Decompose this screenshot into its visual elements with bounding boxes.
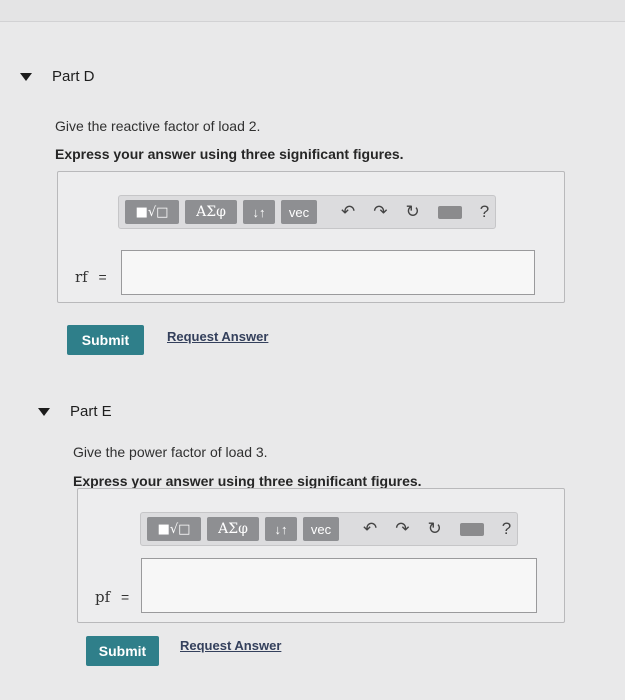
redo-icon[interactable]: ↷ xyxy=(395,519,409,539)
pf-answer-input[interactable] xyxy=(141,558,537,613)
reset-icon[interactable]: ↻ xyxy=(406,202,420,222)
part-d-answer-box: ■√□ ΑΣφ ↓↑ vec ↶ ↷ ↻ ? rf = xyxy=(57,171,565,303)
subscript-superscript-button[interactable]: ↓↑ xyxy=(243,200,275,224)
part-d-math-toolbar: ■√□ ΑΣφ ↓↑ vec ↶ ↷ ↻ ? xyxy=(118,195,497,229)
part-d-instruction: Express your answer using three signific… xyxy=(55,146,404,162)
part-d-request-answer-link[interactable]: Request Answer xyxy=(167,329,268,344)
equals-sign: = xyxy=(98,269,107,285)
part-d-variable-label: rf = xyxy=(75,268,107,286)
part-d-prompt: Give the reactive factor of load 2. xyxy=(55,118,261,134)
collapse-caret-icon[interactable] xyxy=(38,407,50,416)
redo-icon[interactable]: ↷ xyxy=(373,202,387,222)
part-e-submit-button[interactable]: Submit xyxy=(86,636,159,666)
rf-answer-input[interactable] xyxy=(121,250,535,295)
part-d-title: Part D xyxy=(52,68,95,85)
part-d-header[interactable]: Part D xyxy=(20,68,95,85)
templates-button[interactable]: ■√□ xyxy=(125,200,179,224)
part-e-header[interactable]: Part E xyxy=(38,403,112,420)
help-icon[interactable]: ? xyxy=(502,519,511,539)
keyboard-icon[interactable] xyxy=(459,522,484,536)
part-e-title: Part E xyxy=(70,403,112,420)
part-e-answer-box: ■√□ ΑΣφ ↓↑ vec ↶ ↷ ↻ ? pf = xyxy=(77,488,565,623)
part-e-request-answer-link[interactable]: Request Answer xyxy=(180,638,281,653)
greek-symbols-button[interactable]: ΑΣφ xyxy=(185,200,237,224)
help-icon[interactable]: ? xyxy=(480,202,489,222)
variable-name: rf xyxy=(75,268,88,286)
collapse-caret-icon[interactable] xyxy=(20,72,32,81)
part-e-instruction: Express your answer using three signific… xyxy=(73,473,422,489)
templates-button[interactable]: ■√□ xyxy=(147,517,201,541)
top-divider xyxy=(0,0,625,22)
part-e-variable-label: pf = xyxy=(95,588,129,606)
greek-symbols-button[interactable]: ΑΣφ xyxy=(207,517,259,541)
vector-button[interactable]: vec xyxy=(303,517,339,541)
undo-icon[interactable]: ↶ xyxy=(341,202,355,222)
keyboard-icon[interactable] xyxy=(437,205,462,219)
equals-sign: = xyxy=(120,589,130,605)
subscript-superscript-button[interactable]: ↓↑ xyxy=(265,517,297,541)
variable-name: pf xyxy=(95,588,111,606)
part-e-prompt: Give the power factor of load 3. xyxy=(73,444,268,460)
reset-icon[interactable]: ↻ xyxy=(428,519,442,539)
vector-button[interactable]: vec xyxy=(281,200,317,224)
undo-icon[interactable]: ↶ xyxy=(363,519,377,539)
part-e-math-toolbar: ■√□ ΑΣφ ↓↑ vec ↶ ↷ ↻ ? xyxy=(140,512,519,546)
part-d-submit-button[interactable]: Submit xyxy=(67,325,144,355)
